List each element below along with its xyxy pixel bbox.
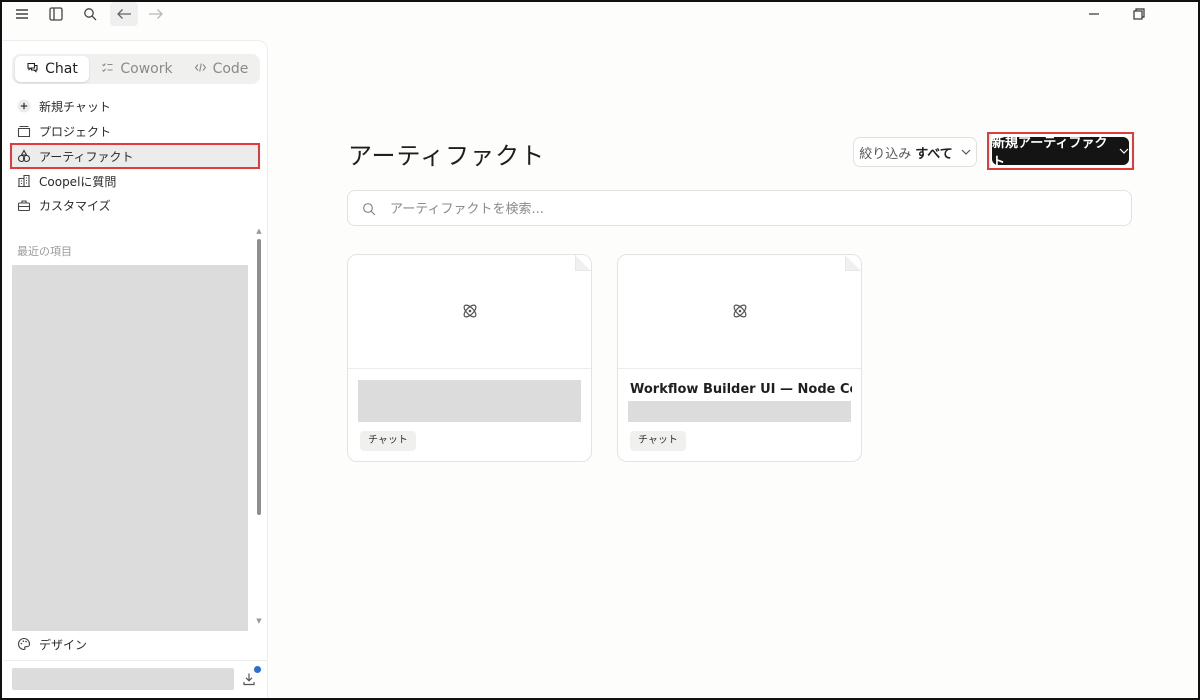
tab-code-label: Code — [212, 61, 249, 77]
artifacts-icon — [17, 149, 31, 163]
search-icon — [362, 201, 378, 217]
sidebar-item-label: プロジェクト — [39, 124, 112, 139]
sidebar-item-label: カスタマイズ — [39, 198, 111, 213]
search-icon[interactable] — [78, 4, 102, 24]
chevron-down-icon — [961, 149, 971, 155]
recent-section-label: 最近の項目 — [17, 245, 72, 258]
tab-chat-label: Chat — [45, 61, 78, 77]
filter-label: 絞り込み — [859, 146, 912, 162]
sidebar-item-ask-coopel[interactable]: Coopelに質問 — [12, 170, 258, 192]
artifact-title: Workflow Builder UI — Node Co... — [630, 382, 852, 397]
scroll-down-icon[interactable]: ▼ — [256, 617, 262, 625]
artifact-title-redacted — [358, 380, 581, 422]
artifact-preview — [618, 255, 861, 369]
filter-value: すべて — [915, 146, 953, 162]
new-artifact-label: 新規アーティファクト — [992, 136, 1108, 170]
artifact-subtitle-redacted — [628, 401, 851, 422]
menu-icon[interactable] — [10, 4, 34, 24]
page-title: アーティファクト — [348, 142, 546, 170]
building-icon — [17, 174, 31, 188]
page-fold-icon — [845, 255, 861, 271]
title-bar — [0, 0, 1200, 30]
artifact-search[interactable] — [347, 190, 1132, 226]
sidebar-item-design[interactable]: デザイン — [17, 633, 87, 655]
sidebar-item-artifacts[interactable]: アーティファクト — [10, 143, 260, 169]
checklist-icon — [101, 61, 114, 78]
code-icon — [194, 61, 207, 78]
artifact-card[interactable]: チャット — [347, 254, 592, 462]
folder-icon — [17, 124, 31, 138]
page-fold-icon — [575, 255, 591, 271]
scroll-thumb[interactable] — [257, 239, 261, 515]
chevron-down-icon — [1119, 148, 1129, 154]
minimize-icon[interactable] — [1082, 4, 1106, 24]
filter-dropdown[interactable]: 絞り込み すべて — [853, 137, 977, 167]
artifact-type-icon — [731, 302, 749, 320]
sidebar-item-label: デザイン — [39, 637, 88, 652]
artifact-card[interactable]: Workflow Builder UI — Node Co... チャット — [617, 254, 862, 462]
artifact-tag: チャット — [630, 431, 686, 451]
tab-chat[interactable]: Chat — [15, 56, 89, 82]
scroll-up-icon[interactable]: ▲ — [256, 227, 262, 235]
sidebar: Chat Cowork Code 新規チャット プロジェクト アーティファクト … — [3, 40, 268, 698]
sidebar-scrollbar[interactable]: ▲ ▼ — [256, 227, 262, 625]
sidebar-item-label: Coopelに質問 — [39, 174, 117, 189]
artifact-type-icon — [461, 302, 479, 320]
sidebar-toggle-icon[interactable] — [44, 4, 68, 24]
new-artifact-button[interactable]: 新規アーティファクト — [992, 136, 1129, 170]
sidebar-item-new-chat[interactable]: 新規チャット — [12, 95, 258, 117]
sidebar-item-label: アーティファクト — [39, 149, 134, 164]
sidebar-divider — [3, 660, 267, 661]
forward-arrow-icon[interactable] — [144, 4, 168, 24]
artifact-preview — [348, 255, 591, 369]
back-arrow-icon[interactable] — [110, 2, 138, 26]
sidebar-item-label: 新規チャット — [39, 99, 111, 114]
plus-icon — [17, 99, 31, 113]
recent-items-redacted — [12, 265, 248, 631]
restore-icon[interactable] — [1127, 4, 1151, 24]
tab-cowork-label: Cowork — [120, 61, 173, 77]
sidebar-item-projects[interactable]: プロジェクト — [12, 120, 258, 142]
download-icon[interactable] — [242, 671, 258, 687]
sidebar-item-customize[interactable]: カスタマイズ — [12, 194, 258, 216]
palette-icon — [17, 637, 31, 651]
briefcase-icon — [17, 198, 31, 212]
mode-tabs: Chat Cowork Code — [12, 54, 260, 84]
chat-icon — [26, 61, 39, 78]
search-input[interactable] — [388, 197, 1112, 221]
notification-dot — [254, 666, 261, 673]
tab-code[interactable]: Code — [184, 56, 258, 82]
tab-cowork[interactable]: Cowork — [96, 56, 178, 82]
user-account-redacted[interactable] — [12, 668, 234, 690]
artifact-tag: チャット — [360, 431, 416, 451]
new-artifact-highlight: 新規アーティファクト — [987, 132, 1134, 170]
